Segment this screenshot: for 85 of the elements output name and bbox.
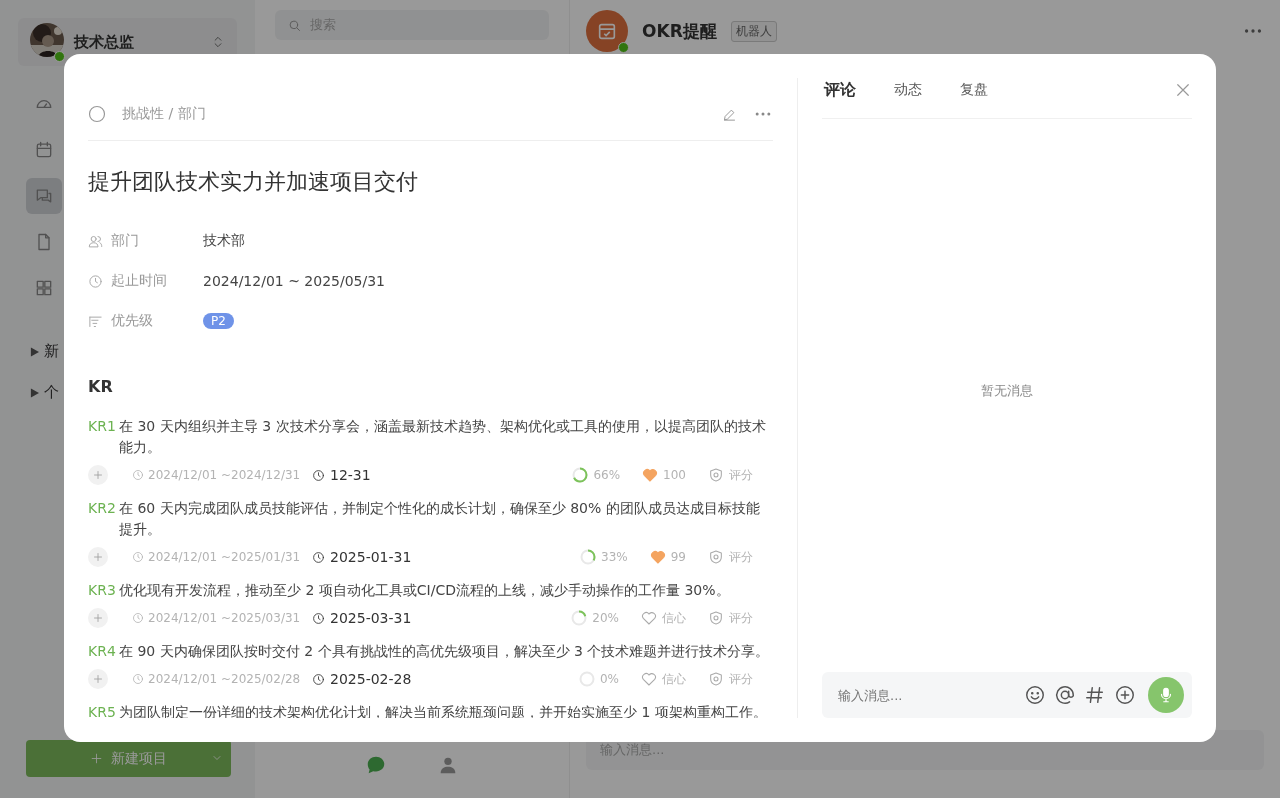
user-name: 技术总监 <box>74 32 135 52</box>
heart-icon[interactable] <box>641 610 657 626</box>
progress-percent: 33% <box>601 550 628 564</box>
confidence-count: 99 <box>670 550 686 564</box>
kr-text: 在 90 天内确保团队按时交付 2 个具有挑战性的高优先级项目，解决至少 3 个技术难题并进行技术分享。 <box>119 642 770 661</box>
progress-percent: 0% <box>599 672 619 686</box>
heart-icon[interactable] <box>649 549 666 565</box>
deadline[interactable]: 2025-01-31 <box>330 549 412 565</box>
progress-percent: 20% <box>592 611 619 625</box>
triangle-icon[interactable] <box>30 387 39 398</box>
mention-icon[interactable] <box>1054 684 1076 706</box>
kr-text: 在 30 天内组织并主导 3 次技术分享会，涵盖最新技术趋势、架构优化或工具的使用，以提高团队的技术能力。 <box>119 417 767 457</box>
deadline[interactable]: 2025-03-31 <box>330 610 412 626</box>
clock-icon <box>132 612 144 624</box>
heart-icon[interactable] <box>642 467 659 483</box>
shield-icon[interactable] <box>708 549 724 565</box>
message-field[interactable]: 输入消息... <box>836 686 1016 704</box>
clock-icon <box>88 273 103 289</box>
progress-ring <box>580 549 597 565</box>
chat-title: OKR提醒 <box>642 19 717 43</box>
deadline[interactable]: 12-31 <box>330 467 371 483</box>
clock-icon <box>312 468 325 482</box>
field-value[interactable]: 2024/12/01 ~ 2025/05/31 <box>203 273 385 289</box>
tab[interactable]: 动态 <box>894 81 922 99</box>
heart-icon[interactable] <box>641 671 657 687</box>
clock-icon <box>132 673 144 685</box>
clock-icon <box>312 550 325 564</box>
add-icon[interactable] <box>1114 684 1136 706</box>
tab[interactable]: 评论 <box>824 79 856 101</box>
nav-item[interactable] <box>26 178 62 214</box>
clock-icon <box>132 551 144 563</box>
deadline[interactable]: 2025-02-28 <box>330 671 412 687</box>
shield-icon[interactable] <box>708 610 724 626</box>
priority-icon <box>88 313 103 329</box>
shield-icon[interactable] <box>708 671 724 687</box>
close-icon <box>1174 81 1192 99</box>
people-icon <box>88 233 103 249</box>
bot-avatar <box>586 10 628 52</box>
kr-text: 在 60 天内完成团队成员技能评估，并制定个性化的成长计划，确保至少 80% 的团队成员达成目标技能提升。 <box>119 499 761 539</box>
tree-item[interactable]: 个 <box>44 383 59 402</box>
confidence-count: 信心 <box>662 670 686 688</box>
clock-icon <box>312 672 325 686</box>
date-range: 2024/12/01 ~2025/03/31 <box>148 611 301 625</box>
progress-ring <box>572 467 589 483</box>
date-range: 2024/12/01 ~2024/12/31 <box>148 468 301 482</box>
hashtag-icon[interactable] <box>1084 684 1106 706</box>
tree-item[interactable]: 新 <box>44 342 59 361</box>
field-value[interactable]: 技术部 <box>203 232 245 250</box>
objective-title: 提升团队技术实力并加速项目交付 <box>88 168 419 196</box>
confidence-count: 100 <box>663 468 686 482</box>
voice-button[interactable] <box>1148 677 1184 713</box>
clock-icon <box>132 469 144 481</box>
add-button[interactable] <box>88 669 108 689</box>
confidence-count: 信心 <box>662 609 686 627</box>
emoji-icon[interactable] <box>1024 684 1046 706</box>
field-label: 部门 <box>111 232 139 250</box>
field-label: 优先级 <box>111 312 153 330</box>
bot-tag: 机器人 <box>730 20 777 42</box>
date-range: 2024/12/01 ~2025/02/28 <box>148 672 301 686</box>
progress-ring <box>571 610 588 626</box>
section-heading: KR <box>88 377 114 396</box>
plus-icon <box>92 673 104 685</box>
priority-badge[interactable]: P2 <box>203 313 234 329</box>
clock-icon <box>312 611 325 625</box>
tab[interactable]: 复盘 <box>960 81 988 99</box>
triangle-icon[interactable] <box>30 346 39 357</box>
shield-icon[interactable] <box>708 467 724 483</box>
progress-percent: 66% <box>593 468 621 482</box>
add-button[interactable] <box>88 547 108 567</box>
apps-icon <box>34 278 54 298</box>
date-range: 2024/12/01 ~2025/01/31 <box>148 550 301 564</box>
field-label: 起止时间 <box>111 272 167 290</box>
calendar-icon <box>34 140 54 160</box>
plus-icon <box>90 752 103 765</box>
plus-icon <box>92 469 104 481</box>
empty-message: 暂无消息 <box>981 381 1033 400</box>
close-button[interactable] <box>1174 81 1192 99</box>
status-circle-icon[interactable] <box>88 105 106 123</box>
chat-bubble-icon[interactable] <box>365 754 387 776</box>
plus-icon <box>92 551 104 563</box>
kr-text: 优化现有开发流程，推动至少 2 项自动化工具或CI/CD流程的上线，减少手动操作的工作量 30%。 <box>119 581 730 600</box>
add-button[interactable] <box>88 465 108 485</box>
breadcrumb: 挑战性 / 部门 <box>122 105 207 123</box>
add-button[interactable] <box>88 608 108 628</box>
plus-icon <box>92 612 104 624</box>
